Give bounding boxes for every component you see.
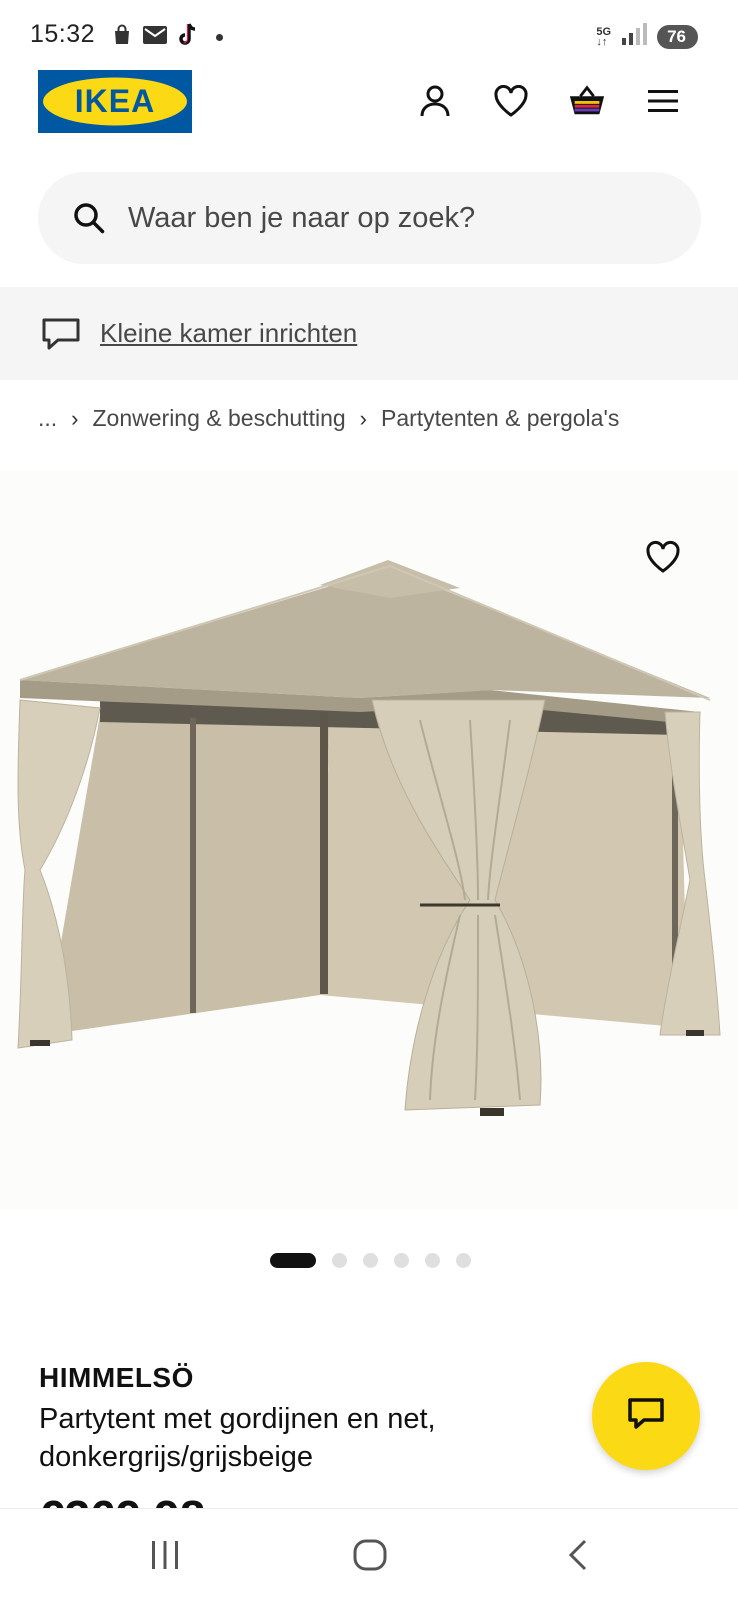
signal-icon bbox=[621, 22, 648, 51]
logo-text: IKEA bbox=[75, 83, 155, 119]
status-notification-icons bbox=[110, 22, 223, 53]
chat-button[interactable] bbox=[592, 1362, 700, 1470]
add-to-wishlist-heart-icon[interactable] bbox=[644, 540, 684, 580]
product-description: Partytent met gordijnen en net, donkergr… bbox=[39, 1403, 436, 1473]
carousel-dot[interactable] bbox=[332, 1253, 347, 1268]
shopping-bag-icon bbox=[110, 23, 134, 52]
search-icon bbox=[72, 201, 106, 235]
carousel-dot[interactable] bbox=[456, 1253, 471, 1268]
product-image[interactable] bbox=[0, 470, 738, 1210]
ikea-logo[interactable]: IKEA bbox=[38, 70, 192, 133]
back-icon[interactable] bbox=[548, 1529, 608, 1581]
shopping-basket-icon[interactable] bbox=[568, 82, 606, 120]
account-icon[interactable] bbox=[416, 82, 454, 120]
site-header: IKEA bbox=[0, 70, 738, 134]
breadcrumb-item-partytenten[interactable]: Partytenten & pergola's bbox=[381, 405, 619, 432]
image-carousel-indicator bbox=[270, 1253, 471, 1268]
status-time: 15:32 bbox=[30, 20, 96, 48]
breadcrumb-item-zonwering[interactable]: Zonwering & beschutting bbox=[93, 405, 346, 432]
5g-network-icon: 5G ↓↑ bbox=[596, 25, 612, 48]
carousel-dot[interactable] bbox=[394, 1253, 409, 1268]
recent-apps-icon[interactable] bbox=[135, 1529, 195, 1581]
battery-icon: 76 bbox=[657, 24, 698, 49]
menu-icon[interactable] bbox=[644, 82, 682, 120]
status-bar: 15:32 5G ↓↑ 76 bbox=[0, 0, 738, 70]
carousel-dot-active[interactable] bbox=[270, 1253, 316, 1268]
notification-dot-icon bbox=[216, 34, 223, 41]
system-navigation-bar bbox=[0, 1508, 738, 1600]
status-right-icons: 5G ↓↑ 76 bbox=[596, 22, 698, 51]
breadcrumb-separator: › bbox=[71, 405, 79, 431]
breadcrumb-separator: › bbox=[359, 405, 367, 431]
header-actions bbox=[416, 82, 682, 120]
breadcrumb: ... › Zonwering & beschutting › Partyten… bbox=[38, 405, 619, 432]
home-icon[interactable] bbox=[340, 1529, 400, 1581]
mail-icon bbox=[142, 24, 168, 51]
search-bar[interactable] bbox=[38, 172, 701, 264]
promo-banner: Kleine kamer inrichten bbox=[0, 287, 738, 380]
product-name: HIMMELSÖ bbox=[39, 1362, 194, 1393]
tiktok-icon bbox=[176, 22, 200, 53]
chat-icon bbox=[626, 1396, 666, 1437]
carousel-dot[interactable] bbox=[425, 1253, 440, 1268]
carousel-dot[interactable] bbox=[363, 1253, 378, 1268]
promo-link[interactable]: Kleine kamer inrichten bbox=[100, 318, 357, 349]
chat-bubble-icon bbox=[40, 316, 82, 352]
wishlist-heart-icon[interactable] bbox=[492, 82, 530, 120]
breadcrumb-ellipsis[interactable]: ... bbox=[38, 405, 57, 432]
search-input[interactable] bbox=[128, 201, 648, 235]
